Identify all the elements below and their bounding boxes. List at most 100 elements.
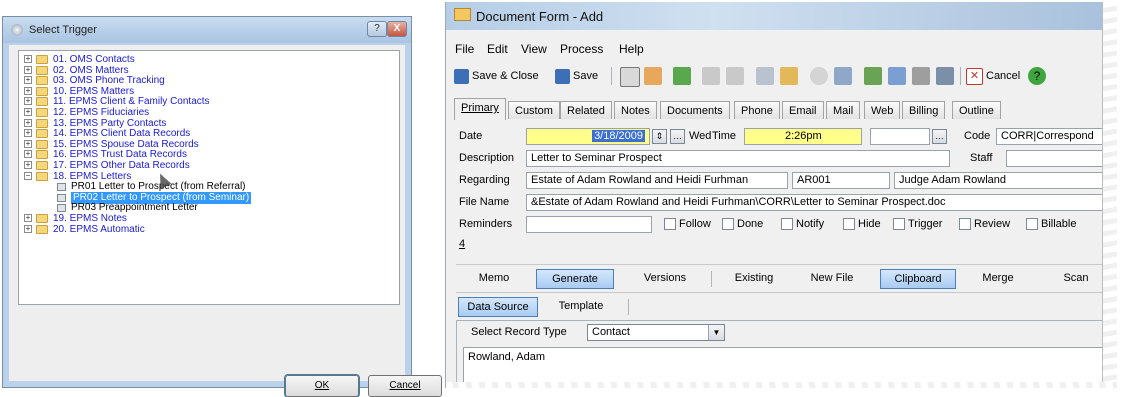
expand-icon[interactable]: + — [24, 86, 32, 95]
clipboard-button[interactable]: Clipboard — [880, 269, 956, 289]
merge-button[interactable]: Merge — [968, 269, 1028, 289]
regarding-judge-field[interactable]: Judge Adam Rowland — [894, 172, 1106, 189]
tab-billing[interactable]: Billing — [902, 101, 946, 119]
settings-icon[interactable] — [936, 67, 954, 85]
expand-icon[interactable]: + — [24, 118, 32, 127]
record-type-select[interactable]: Contact ▼ — [587, 324, 725, 341]
tab-web[interactable]: Web — [864, 101, 901, 119]
source-separator — [628, 299, 629, 315]
generate-button[interactable]: Generate — [536, 269, 614, 289]
list-item[interactable]: Rowland, Adam — [468, 351, 1106, 363]
trigger-checkbox[interactable] — [893, 218, 905, 230]
tab-primary[interactable]: Primary — [454, 98, 506, 120]
expand-icon[interactable]: + — [24, 150, 32, 159]
find-icon[interactable] — [756, 67, 774, 85]
folder-icon — [36, 171, 48, 181]
expand-icon[interactable]: + — [24, 76, 32, 85]
expand-icon[interactable]: + — [24, 129, 32, 138]
date-picker-button[interactable]: … — [670, 129, 685, 144]
dialog-title-bar[interactable]: Select Trigger ? X — [3, 17, 411, 43]
attach-icon[interactable] — [888, 67, 906, 85]
follow-checkbox[interactable] — [664, 218, 676, 230]
record-list[interactable]: Rowland, Adam — [463, 347, 1111, 387]
tab-outline[interactable]: Outline — [952, 101, 1001, 119]
cancel-toolbar-button[interactable]: ✕ Cancel — [966, 65, 1020, 87]
tab-documents[interactable]: Documents — [660, 101, 730, 119]
collapse-icon[interactable]: − — [24, 171, 32, 180]
menu-view[interactable]: View — [521, 42, 547, 56]
new-item-icon[interactable] — [644, 67, 662, 85]
print-icon[interactable] — [912, 67, 930, 85]
regarding-code-field[interactable]: AR001 — [792, 172, 890, 189]
tab-related[interactable]: Related — [560, 101, 612, 119]
action-separator — [711, 271, 712, 287]
tab-email[interactable]: Email — [782, 101, 824, 119]
expand-icon[interactable]: + — [24, 161, 32, 169]
properties-icon[interactable] — [620, 67, 640, 87]
notify-label: Notify — [796, 218, 825, 230]
versions-button[interactable]: Versions — [630, 269, 700, 289]
expand-icon[interactable]: + — [24, 139, 32, 148]
review-checkbox[interactable] — [959, 218, 971, 230]
expand-icon[interactable]: + — [24, 108, 32, 116]
menu-edit[interactable]: Edit — [487, 42, 508, 56]
tab-phone[interactable]: Phone — [734, 101, 780, 119]
menu-process[interactable]: Process — [560, 42, 603, 56]
menu-file[interactable]: File — [455, 42, 474, 56]
expand-icon[interactable]: + — [24, 55, 32, 63]
save-button[interactable]: Save — [555, 65, 598, 87]
billable-checkbox[interactable] — [1026, 218, 1038, 230]
done-checkbox[interactable] — [722, 218, 734, 230]
expand-icon[interactable]: + — [24, 214, 32, 222]
code-field[interactable]: CORR|Correspond — [996, 128, 1106, 145]
reminders-field[interactable] — [526, 216, 652, 233]
date-spinner[interactable]: ⇕ — [652, 129, 667, 144]
description-field[interactable]: Letter to Seminar Prospect — [526, 150, 950, 167]
time-extra-field[interactable] — [870, 128, 930, 145]
staff-field[interactable] — [1006, 150, 1106, 167]
cancel-icon: ✕ — [966, 67, 983, 85]
scales-icon[interactable] — [780, 67, 798, 85]
app-icon — [11, 24, 23, 36]
ok-button[interactable]: OK — [284, 374, 360, 397]
document-icon — [57, 183, 66, 192]
cancel-button[interactable]: Cancel — [368, 375, 442, 397]
arrow-up-icon[interactable] — [726, 67, 744, 85]
arrow-down-icon[interactable] — [702, 67, 720, 85]
chevron-down-icon[interactable]: ▼ — [708, 325, 724, 340]
filename-field[interactable]: &Estate of Adam Rowland and Heidi Furhma… — [526, 194, 1106, 211]
tab-custom[interactable]: Custom — [508, 101, 560, 119]
help-icon[interactable]: ? — [1028, 67, 1046, 85]
notify-checkbox[interactable] — [781, 218, 793, 230]
export-icon[interactable] — [673, 67, 691, 85]
scan-button[interactable]: Scan — [1052, 269, 1100, 289]
close-button[interactable]: X — [387, 21, 407, 37]
expand-icon[interactable]: + — [24, 65, 32, 74]
refresh-icon[interactable] — [864, 67, 882, 85]
regarding-field[interactable]: Estate of Adam Rowland and Heidi Furhman — [526, 172, 788, 189]
save-close-button[interactable]: Save & Close — [454, 65, 539, 87]
time-field[interactable]: 2:26pm — [744, 128, 862, 145]
tab-notes[interactable]: Notes — [614, 101, 657, 119]
calendar-icon[interactable] — [834, 67, 852, 85]
existing-button[interactable]: Existing — [722, 269, 786, 289]
window-title: Document Form - Add — [476, 9, 604, 24]
description-label: Description — [459, 152, 515, 164]
date-field[interactable]: 3/18/2009 — [526, 128, 650, 145]
template-button[interactable]: Template — [546, 297, 616, 317]
trigger-tree[interactable]: +01. OMS Contacts +02. OMS Matters +03. OM… — [18, 50, 400, 305]
folder-icon — [36, 129, 48, 139]
window-title-bar[interactable]: Document Form - Add — [446, 2, 1117, 30]
help-button[interactable]: ? — [367, 21, 387, 37]
new-file-button[interactable]: New File — [800, 269, 864, 289]
select-trigger-dialog: Select Trigger ? X +01. OMS Contacts +02.… — [2, 16, 442, 397]
time-picker-button[interactable]: … — [932, 129, 947, 144]
data-source-button[interactable]: Data Source — [458, 297, 538, 317]
menu-help[interactable]: Help — [619, 42, 644, 56]
tab-mail[interactable]: Mail — [826, 101, 861, 119]
memo-button[interactable]: Memo — [464, 269, 524, 289]
expand-icon[interactable]: + — [24, 97, 32, 106]
timer-icon[interactable] — [810, 67, 828, 85]
hide-checkbox[interactable] — [843, 218, 855, 230]
expand-icon[interactable]: + — [24, 224, 32, 233]
